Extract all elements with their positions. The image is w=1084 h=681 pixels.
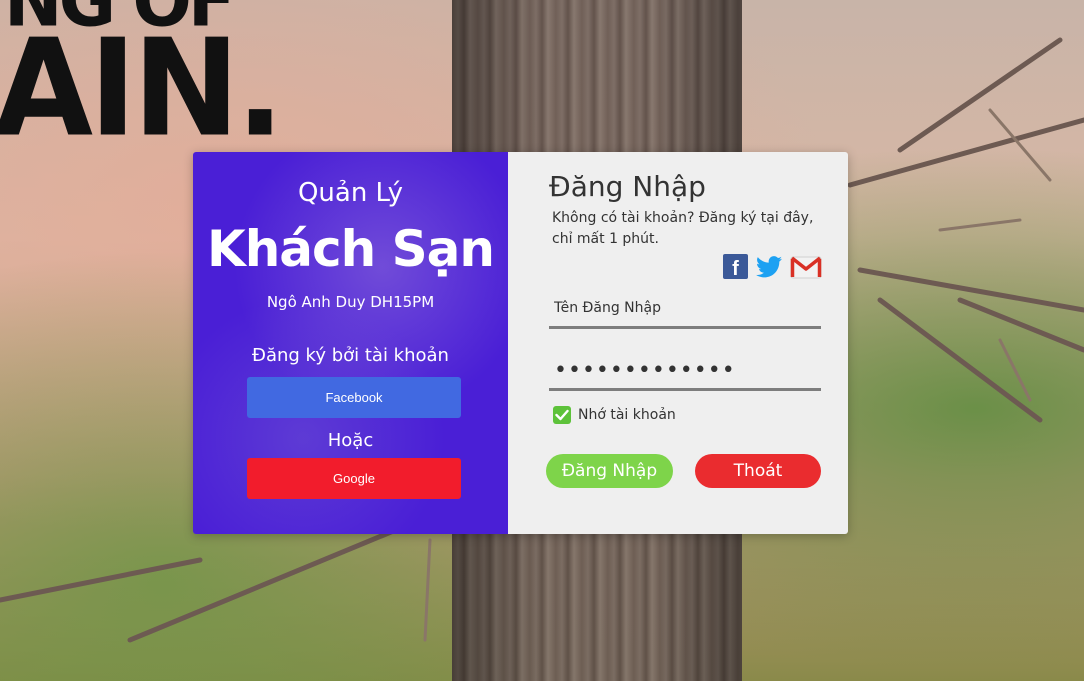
facebook-register-button[interactable]: Facebook bbox=[247, 377, 461, 418]
graffiti-line-2: AIN. bbox=[0, 10, 284, 168]
register-panel: Quản Lý Khách Sạn Ngô Anh Duy DH15PM Đăn… bbox=[193, 152, 508, 534]
app-subtitle: Quản Lý bbox=[297, 178, 404, 208]
register-by-label: Đăng ký bởi tài khoản bbox=[252, 345, 449, 366]
or-label: Hoặc bbox=[327, 430, 374, 451]
password-input[interactable] bbox=[549, 352, 821, 391]
login-button[interactable]: Đăng Nhập bbox=[546, 454, 673, 488]
username-input[interactable] bbox=[549, 290, 821, 329]
password-field-wrap bbox=[549, 352, 821, 391]
twitter-icon[interactable] bbox=[756, 255, 782, 278]
facebook-icon[interactable]: f bbox=[723, 254, 748, 279]
checkmark-icon bbox=[555, 409, 569, 421]
author-label: Ngô Anh Duy DH15PM bbox=[266, 293, 435, 311]
remember-me[interactable]: Nhớ tài khoản bbox=[553, 406, 676, 424]
login-panel: Đăng Nhập Không có tài khoản? Đăng ký tạ… bbox=[508, 152, 848, 534]
gmail-icon[interactable] bbox=[790, 255, 822, 279]
remember-label: Nhớ tài khoản bbox=[578, 407, 676, 423]
app-title: Khách Sạn bbox=[206, 220, 495, 278]
background-graffiti: NG OF AIN. bbox=[0, 0, 284, 168]
signup-hint: Không có tài khoản? Đăng ký tại đây, chỉ… bbox=[552, 210, 814, 247]
login-card: Quản Lý Khách Sạn Ngô Anh Duy DH15PM Đăn… bbox=[193, 152, 848, 534]
google-register-button[interactable]: Google bbox=[247, 458, 461, 499]
login-title: Đăng Nhập bbox=[549, 170, 706, 203]
remember-checkbox[interactable] bbox=[553, 406, 571, 424]
social-login-icons: f bbox=[723, 254, 822, 279]
username-field-wrap bbox=[549, 290, 821, 329]
exit-button[interactable]: Thoát bbox=[695, 454, 821, 488]
